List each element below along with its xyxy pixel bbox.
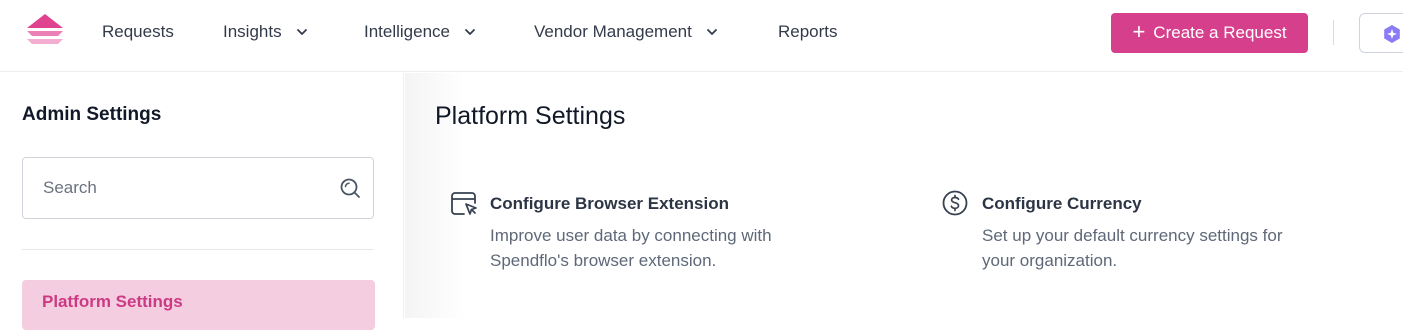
admin-settings-sidebar: Admin Settings Platform Settings [0,73,404,330]
sidebar-search[interactable] [22,157,374,219]
nav-vendor-management-label: Vendor Management [534,22,692,41]
nav-intelligence-label: Intelligence [364,22,451,41]
nav-intelligence[interactable]: Intelligence [364,22,476,42]
card-description: Set up your default currency settings fo… [982,226,1283,270]
sidebar-item-label: Platform Settings [42,292,183,311]
chevron-down-icon [296,29,307,35]
card-description: Improve user data by connecting with Spe… [490,226,772,270]
top-navigation-bar: Requests Insights Intelligence Vendor Ma… [0,0,1403,72]
sidebar-title: Admin Settings [22,104,162,125]
sidebar-item-platform-settings[interactable]: Platform Settings [22,280,375,330]
ai-assistant-button[interactable] [1359,13,1403,53]
chevron-down-icon [706,29,717,35]
nav-insights-label: Insights [223,22,282,41]
card-title: Configure Browser Extension [490,194,729,213]
plus-icon: + [1132,19,1146,44]
sidebar-divider [22,249,374,250]
card-title: Configure Currency [982,194,1142,213]
chevron-down-icon [465,29,475,35]
page-title: Platform Settings [435,102,626,130]
nav-reports[interactable]: Reports [778,22,838,42]
nav-requests[interactable]: Requests [102,22,174,42]
search-icon[interactable] [339,177,361,199]
search-input[interactable] [43,176,333,200]
create-request-button[interactable]: + Create a Request [1111,13,1308,53]
toolbar-divider [1333,20,1334,45]
nav-insights[interactable]: Insights [223,22,308,42]
sparkle-icon [1384,25,1400,43]
create-request-label: Create a Request [1153,23,1287,42]
nav-reports-label: Reports [778,22,838,41]
nav-requests-label: Requests [102,22,174,41]
browser-cursor-icon [451,192,477,215]
nav-vendor-management[interactable]: Vendor Management [534,22,718,42]
dollar-circle-icon [942,190,968,216]
spendflo-logo-icon[interactable] [25,14,65,50]
